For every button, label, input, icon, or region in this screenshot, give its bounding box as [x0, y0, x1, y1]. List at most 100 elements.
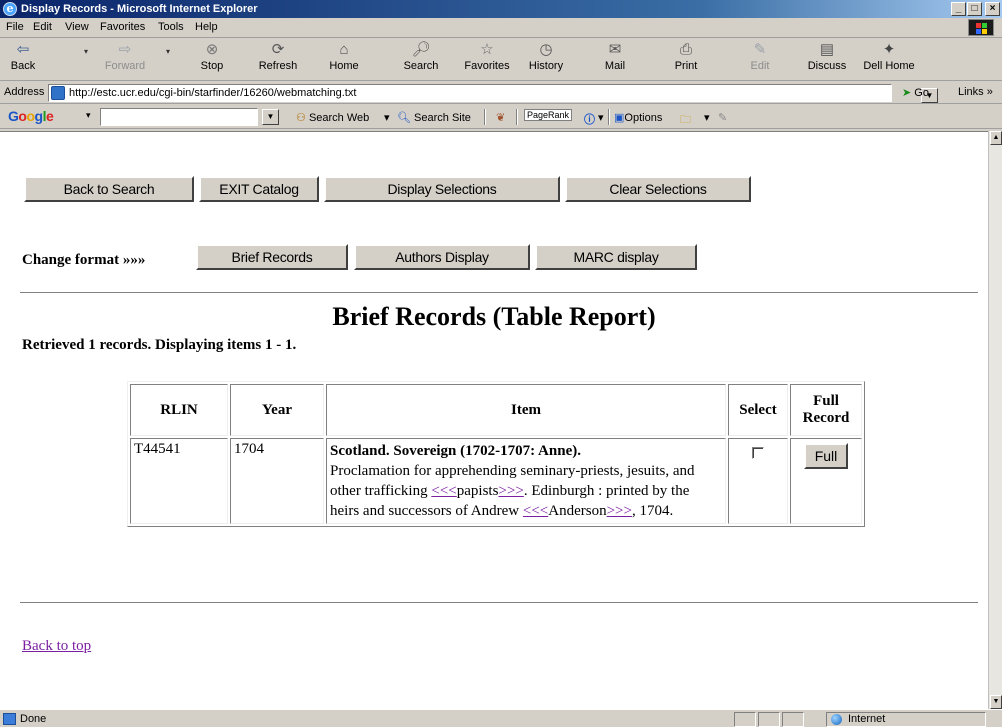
google-search-input[interactable]	[100, 108, 258, 126]
back-arrow-icon: ⇦	[16, 41, 30, 58]
status-text: Done	[20, 713, 47, 725]
search-button[interactable]: 🔎︎ Search	[398, 41, 444, 72]
internet-zone-icon	[831, 714, 842, 725]
forward-label: Forward	[104, 60, 146, 72]
status-panel	[758, 712, 780, 727]
go-arrow-icon: ➤	[902, 87, 912, 99]
scroll-down-icon[interactable]: ▼	[990, 695, 1002, 709]
maximize-button[interactable]: □	[967, 2, 982, 16]
table-row: T44541 1704 Scotland. Sovereign (1702-17…	[130, 438, 862, 524]
google-menu-dropdown-icon[interactable]: ▾	[86, 110, 91, 121]
select-checkbox[interactable]	[752, 447, 764, 459]
favorites-button[interactable]: ☆ Favorites	[458, 41, 516, 72]
go-button[interactable]: ➤ Go	[902, 86, 929, 99]
previous-term-link[interactable]: <<<	[523, 503, 548, 519]
home-icon: ⌂	[339, 41, 349, 58]
options-button[interactable]: ▣Options	[614, 111, 662, 124]
google-search-dropdown-icon[interactable]: ▼	[262, 109, 279, 125]
next-term-link[interactable]: >>>	[498, 483, 523, 499]
refresh-icon: ⟳	[271, 41, 285, 58]
refresh-button[interactable]: ⟳ Refresh	[252, 41, 304, 72]
back-label: Back	[10, 60, 36, 72]
menu-favorites[interactable]: Favorites	[100, 21, 145, 33]
menu-tools[interactable]: Tools	[158, 21, 184, 33]
display-selections-button[interactable]: Display Selections	[324, 176, 560, 202]
back-to-top-link[interactable]: Back to top	[22, 638, 91, 655]
links-button[interactable]: Links »	[958, 86, 993, 98]
item-text: , 1704.	[631, 503, 674, 519]
google-logo[interactable]: Google	[8, 108, 54, 124]
edit-button[interactable]: ✎ Edit	[743, 41, 777, 72]
address-bar: Address http://estc.ucr.edu/cgi-bin/star…	[0, 82, 1002, 104]
search-web-dropdown-icon[interactable]: ▾	[384, 111, 390, 124]
brief-records-button[interactable]: Brief Records	[196, 244, 348, 270]
close-button[interactable]: ×	[985, 2, 1000, 16]
page-title: Brief Records (Table Report)	[332, 302, 656, 331]
search-site-icon: 🔍︎	[397, 112, 411, 124]
pagerank-indicator[interactable]: PageRank	[524, 109, 573, 121]
divider	[20, 602, 978, 604]
address-url[interactable]: http://estc.ucr.edu/cgi-bin/starfinder/1…	[69, 87, 356, 99]
rlin-cell: T44541	[130, 438, 228, 524]
info-dropdown-icon[interactable]: ▾	[598, 111, 604, 124]
standard-toolbar: ⇦ Back ▾ ⇨ Forward ▾ ⊗ Stop ⟳ Refresh ⌂ …	[0, 39, 1002, 81]
scroll-up-icon[interactable]: ▲	[990, 131, 1002, 145]
go-label: Go	[914, 87, 929, 99]
status-panel	[782, 712, 804, 727]
search-web-label: Search Web	[308, 112, 370, 124]
mail-icon: ✉	[608, 41, 622, 58]
item-cell: Scotland. Sovereign (1702-1707: Anne). P…	[326, 438, 726, 524]
mail-button[interactable]: ✉ Mail	[595, 41, 635, 72]
home-button[interactable]: ⌂ Home	[324, 41, 364, 72]
dell-home-button[interactable]: ✦ Dell Home	[857, 41, 921, 72]
full-record-button[interactable]: Full	[804, 443, 848, 469]
column-header-full-record: Full Record	[790, 384, 862, 436]
keyword-text: papists	[456, 483, 499, 499]
address-field[interactable]: http://estc.ucr.edu/cgi-bin/starfinder/1…	[48, 84, 938, 103]
authors-display-button[interactable]: Authors Display	[354, 244, 530, 270]
marc-display-button[interactable]: MARC display	[535, 244, 697, 270]
home-label: Home	[329, 60, 359, 72]
clear-selections-button[interactable]: Clear Selections	[565, 176, 751, 202]
minimize-button[interactable]: _	[951, 2, 966, 16]
news-icon[interactable]: ❦	[496, 111, 505, 124]
highlighter-icon[interactable]: ✎	[718, 111, 727, 124]
search-icon: 🔎︎	[411, 41, 431, 58]
info-icon[interactable]: ⓘ	[584, 111, 595, 127]
menu-help[interactable]: Help	[195, 21, 218, 33]
print-icon: ⎙	[679, 41, 692, 58]
stop-button[interactable]: ⊗ Stop	[191, 41, 233, 72]
discuss-label: Discuss	[807, 60, 847, 72]
menu-edit[interactable]: Edit	[33, 21, 52, 33]
favorites-icon: ☆	[480, 41, 494, 58]
title-bar: e Display Records - Microsoft Internet E…	[0, 0, 1002, 18]
discuss-button[interactable]: ▤ Discuss	[803, 41, 851, 72]
records-table: RLIN Year Item Select Full Record T44541…	[127, 381, 865, 527]
select-cell	[728, 438, 788, 524]
search-site-button[interactable]: 🔍︎ Search Site	[397, 111, 471, 124]
forward-button[interactable]: ⇨ Forward	[102, 41, 148, 72]
folder-icon[interactable]: 🗀︎	[680, 111, 691, 130]
back-button[interactable]: ⇦ Back	[4, 41, 42, 72]
table-header-row: RLIN Year Item Select Full Record	[130, 384, 862, 436]
vertical-scrollbar[interactable]: ▲ ▼	[988, 131, 1002, 709]
search-web-button[interactable]: ⚇ Search Web	[296, 111, 369, 124]
folder-dropdown-icon[interactable]: ▾	[704, 111, 710, 124]
back-to-search-button[interactable]: Back to Search	[24, 176, 194, 202]
internet-explorer-icon: e	[3, 2, 17, 16]
next-term-link[interactable]: >>>	[607, 503, 632, 519]
binoculars-icon: ⚇	[296, 112, 306, 124]
exit-catalog-button[interactable]: EXIT Catalog	[199, 176, 319, 202]
history-button[interactable]: ◷ History	[523, 41, 569, 72]
page-content: Back to Search EXIT Catalog Display Sele…	[0, 131, 988, 709]
edit-label: Edit	[750, 60, 770, 72]
status-bar: Done Internet	[0, 709, 1002, 727]
previous-term-link[interactable]: <<<	[431, 483, 456, 499]
print-button[interactable]: ⎙ Print	[668, 41, 704, 72]
favorites-label: Favorites	[464, 60, 510, 72]
menu-view[interactable]: View	[65, 21, 89, 33]
menu-file[interactable]: File	[6, 21, 24, 33]
address-label: Address	[4, 86, 45, 98]
stop-label: Stop	[200, 60, 224, 72]
year-cell: 1704	[230, 438, 324, 524]
